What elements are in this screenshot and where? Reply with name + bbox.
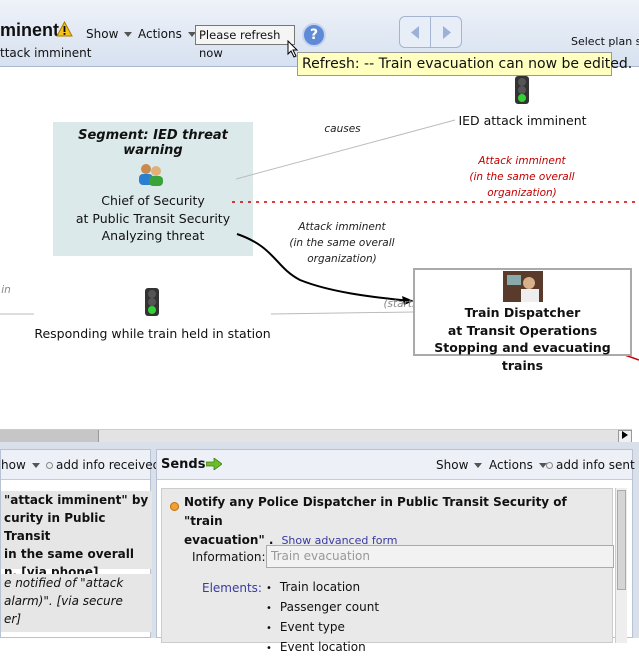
traffic-light-icon [515,76,529,104]
receives-line: curity in Public Transit [4,511,106,543]
traffic-light-icon [145,288,159,316]
chevron-down-icon [31,463,40,468]
attack-label-black-line: Attack imminent [298,221,386,233]
notify-text: Notify any Police Dispatcher in Public T… [184,493,604,550]
starts-edge [270,311,414,315]
receives-item[interactable]: e notified of "attack alarm)". [via secu… [1,574,152,632]
add-info-received-label: add info received [56,458,161,472]
attack-label-red-line: (in the same overall [469,171,575,183]
in-label: in [1,284,11,296]
causes-label: causes [324,123,361,135]
previous-icon [411,26,419,39]
sends-show-menu[interactable]: Show [436,458,483,472]
attack-label-red: Attack imminent (in the same overall org… [462,153,582,201]
attack-label-black-line: (in the same overall [289,237,395,249]
page-title: minent [0,20,60,40]
show-menu-label: Show [86,27,119,41]
flow-diagram[interactable]: Segment: IED threat warning Chief of Sec… [0,67,639,429]
ied-attack-label[interactable]: IED attack imminent [440,112,605,130]
receives-line: alarm)". [via secure [4,594,123,608]
train-dispatcher-node[interactable]: Train Dispatcher at Transit Operations S… [413,268,632,373]
add-info-icon [46,462,53,469]
mouse-cursor-icon [287,40,299,58]
add-info-received-button[interactable]: add info received [46,458,160,472]
select-plan-label[interactable]: Select plan se [571,35,639,48]
refresh-tooltip: Refresh: -- Train evacuation can now be … [297,52,632,76]
receives-show-menu[interactable]: how [1,458,40,472]
warning-icon [56,21,73,37]
sends-show-label: Show [436,458,469,472]
actions-menu[interactable]: Actions [138,27,196,41]
page-subtitle: ttack imminent [0,46,92,60]
information-label: Information: [192,550,266,564]
receives-show-label: how [1,458,26,472]
notify-line: Notify any Police Dispatcher in Public T… [184,495,567,528]
attack-label-black: Attack imminent (in the same overall org… [282,219,402,267]
next-icon [443,26,451,39]
sends-actions-menu[interactable]: Actions [489,458,547,472]
responding-label[interactable]: Responding while train held in station [34,325,271,343]
scrollbar-thumb[interactable] [0,430,99,442]
previous-button[interactable] [399,16,431,48]
add-info-sent-button[interactable]: add info sent [546,458,635,472]
receives-line: in the same overall [4,547,134,561]
vertical-scrollbar[interactable] [615,488,627,643]
element-item: Event type [266,618,379,638]
bullet-icon [170,502,179,511]
information-field[interactable]: Train evacuation [266,545,614,568]
chevron-down-icon [124,32,133,37]
actions-menu-label: Actions [138,27,182,41]
show-menu[interactable]: Show [86,27,133,41]
attack-label-black-line: organization) [307,253,377,265]
dispatcher-line: Stopping and evacuating trains [434,340,611,373]
element-item: Train location [266,578,379,598]
sends-actions-label: Actions [489,458,533,472]
scrollbar-thumb[interactable] [617,490,626,590]
help-icon[interactable]: ? [302,23,326,47]
horizontal-scrollbar[interactable] [0,429,632,443]
attack-label-red-line: Attack imminent [478,155,566,167]
elements-list: Train location Passenger count Event typ… [266,578,379,658]
arrow-right-icon [206,458,222,470]
add-info-sent-label: add info sent [556,458,635,472]
sends-panel: Sends Show Actions add info sent Notify … [156,449,635,654]
receives-line: "attack imminent" by [4,493,149,507]
refresh-button[interactable]: Please refresh now [195,25,295,60]
notify-line: evacuation" . [184,533,274,547]
element-item: Event location [266,638,379,658]
add-info-icon [546,462,553,469]
next-button[interactable] [430,16,462,48]
receives-line: er] [4,612,21,626]
dispatcher-line: at Transit Operations [447,322,598,338]
bottom-panels: how add info received "attack imminent" … [0,442,639,654]
receives-item[interactable]: "attack imminent" by curity in Public Tr… [1,491,152,579]
receives-line: e notified of "attack [4,576,124,590]
sends-header: Sends Show Actions add info sent [157,450,635,480]
dispatcher-label: Train Dispatcher at Transit Operations S… [415,304,630,374]
receives-panel: how add info received "attack imminent" … [0,449,160,638]
elements-label: Elements: [202,581,262,595]
sends-item: Notify any Police Dispatcher in Public T… [161,488,614,654]
dispatcher-photo-icon [503,271,543,302]
attack-label-red-line: organization) [487,187,557,199]
receives-header: how add info received [1,450,160,480]
element-item: Passenger count [266,598,379,618]
chevron-right-icon [622,431,628,439]
sends-title: Sends [161,457,206,472]
dispatcher-line: Train Dispatcher [464,305,581,320]
chevron-down-icon [474,463,483,468]
